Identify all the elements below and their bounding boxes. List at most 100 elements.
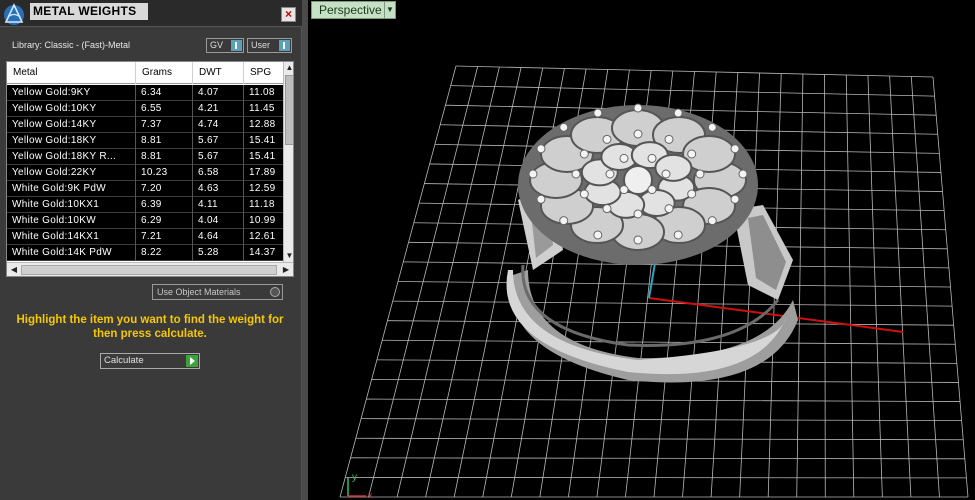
- prong-bead: [536, 194, 546, 204]
- grams-cell: 10.23: [136, 165, 193, 181]
- table-row[interactable]: Yellow Gold:10KY 6.55 4.21 11.45: [7, 101, 289, 117]
- table-row[interactable]: White Gold:10KX1 6.39 4.11 11.18: [7, 197, 289, 213]
- metal-cell: Yellow Gold:18KY R...: [7, 149, 136, 165]
- table-row[interactable]: Yellow Gold:18KY R... 8.81 5.67 15.41: [7, 149, 289, 165]
- prong-bead: [633, 235, 643, 245]
- grid-line: [824, 74, 826, 498]
- viewport-scene: y x: [339, 65, 969, 500]
- dwt-cell: 4.21: [193, 101, 244, 117]
- horizontal-scrollbar[interactable]: ◀ ▶: [7, 262, 293, 276]
- scroll-right-icon[interactable]: ▶: [281, 265, 291, 275]
- table-row[interactable]: Yellow Gold:22KY 10.23 6.58 17.89: [7, 165, 289, 181]
- prong-bead: [593, 230, 603, 240]
- column-header-grams[interactable]: Grams: [136, 62, 193, 84]
- prong-bead: [687, 149, 697, 159]
- dwt-cell: 6.58: [193, 165, 244, 181]
- prong-bead: [687, 189, 697, 199]
- axis-gizmo: y x: [347, 472, 373, 500]
- prong-bead: [559, 216, 569, 226]
- prong-bead: [571, 169, 581, 179]
- hscroll-thumb[interactable]: [21, 265, 277, 275]
- prong-bead: [528, 169, 538, 179]
- dwt-cell: 4.11: [193, 197, 244, 213]
- table-row[interactable]: White Gold:10KW 6.29 4.04 10.99: [7, 213, 289, 229]
- perspective-viewport[interactable]: y x Perspective ▼: [308, 0, 975, 500]
- hint-text: Highlight the item you want to find the …: [16, 314, 284, 340]
- prong-bead: [633, 103, 643, 113]
- table-row[interactable]: Yellow Gold:9KY 6.34 4.07 11.08: [7, 85, 289, 101]
- prong-bead: [730, 194, 740, 204]
- grams-cell: 7.37: [136, 117, 193, 133]
- panel-header: METAL WEIGHTS ×: [0, 0, 302, 27]
- prong-bead: [579, 149, 589, 159]
- gv-selector[interactable]: GV: [206, 38, 244, 53]
- grams-cell: 6.34: [136, 85, 193, 101]
- table-row[interactable]: White Gold:9K PdW 7.20 4.63 12.59: [7, 181, 289, 197]
- metal-cell: White Gold:10KX1: [7, 197, 136, 213]
- grams-cell: 8.81: [136, 149, 193, 165]
- dwt-cell: 4.74: [193, 117, 244, 133]
- metal-weights-panel: METAL WEIGHTS × Library: Classic - (Fast…: [0, 0, 302, 500]
- app-logo-icon: [4, 3, 24, 25]
- table-row[interactable]: White Gold:14K PdW 8.22 5.28 14.37: [7, 245, 289, 261]
- table-header: Metal Grams DWT SPG: [7, 62, 289, 84]
- table-row[interactable]: Yellow Gold:14KY 7.37 4.74 12.88: [7, 117, 289, 133]
- table-row[interactable]: White Gold:14KX1 7.21 4.64 12.61: [7, 229, 289, 245]
- scroll-down-icon[interactable]: ▼: [285, 251, 293, 260]
- metal-table: Metal Grams DWT SPG Yellow Gold:9KY 6.34 4…: [6, 61, 294, 277]
- gv-label: GV: [210, 40, 224, 50]
- scroll-thumb[interactable]: [285, 75, 293, 145]
- gv-toggle-icon[interactable]: [231, 40, 242, 51]
- column-header-dwt[interactable]: DWT: [193, 62, 244, 84]
- grams-cell: 7.20: [136, 181, 193, 197]
- calculate-label: Calculate: [104, 355, 144, 366]
- axis-y-label: y: [352, 472, 357, 483]
- prong-bead: [633, 209, 643, 219]
- metal-cell: White Gold:10KW: [7, 213, 136, 229]
- user-toggle-icon[interactable]: [279, 40, 290, 51]
- table-row[interactable]: Yellow Gold:18KY 8.81 5.67 15.41: [7, 133, 289, 149]
- dwt-cell: 5.67: [193, 149, 244, 165]
- prong-bead: [738, 169, 748, 179]
- column-header-metal[interactable]: Metal: [7, 62, 136, 84]
- view-mode-selector[interactable]: Perspective: [311, 1, 388, 19]
- grid-line: [350, 457, 965, 460]
- prong-bead: [695, 169, 705, 179]
- prong-bead: [619, 153, 629, 163]
- prong-bead: [536, 144, 546, 154]
- dwt-cell: 4.04: [193, 213, 244, 229]
- user-label: User: [251, 40, 271, 50]
- calculate-button[interactable]: Calculate: [100, 353, 200, 369]
- view-menu-dropdown-icon[interactable]: ▼: [384, 1, 396, 19]
- prong-bead: [619, 185, 629, 195]
- prong-bead: [664, 204, 674, 214]
- prong-bead: [730, 144, 740, 154]
- panel-title: METAL WEIGHTS: [30, 3, 148, 20]
- prong-bead: [673, 230, 683, 240]
- app-window: METAL WEIGHTS × Library: Classic - (Fast…: [0, 0, 975, 500]
- metal-cell: Yellow Gold:14KY: [7, 117, 136, 133]
- vertical-scrollbar[interactable]: ▲ ▼: [283, 62, 293, 262]
- prong-bead: [707, 216, 717, 226]
- inner-petal: [654, 153, 693, 182]
- metal-cell: White Gold:14K PdW: [7, 245, 136, 261]
- grams-cell: 6.29: [136, 213, 193, 229]
- table-body: Yellow Gold:9KY 6.34 4.07 11.08 Yellow Gold…: [7, 85, 289, 261]
- metal-cell: Yellow Gold:22KY: [7, 165, 136, 181]
- axis-x-label: x: [368, 490, 373, 500]
- scroll-left-icon[interactable]: ◀: [9, 265, 19, 275]
- grams-cell: 6.39: [136, 197, 193, 213]
- radio-icon[interactable]: [270, 287, 280, 297]
- metal-cell: Yellow Gold:9KY: [7, 85, 136, 101]
- prong-bead: [647, 185, 657, 195]
- scroll-up-icon[interactable]: ▲: [285, 63, 293, 72]
- close-icon[interactable]: ×: [281, 7, 296, 22]
- user-selector[interactable]: User: [247, 38, 292, 53]
- prong-bead: [559, 122, 569, 132]
- metal-cell: White Gold:9K PdW: [7, 181, 136, 197]
- grid-line: [345, 477, 967, 479]
- prong-bead: [661, 169, 671, 179]
- play-arrow-icon[interactable]: [186, 355, 198, 367]
- use-object-materials-option[interactable]: Use Object Materials: [152, 284, 283, 300]
- ring-model: [506, 103, 798, 383]
